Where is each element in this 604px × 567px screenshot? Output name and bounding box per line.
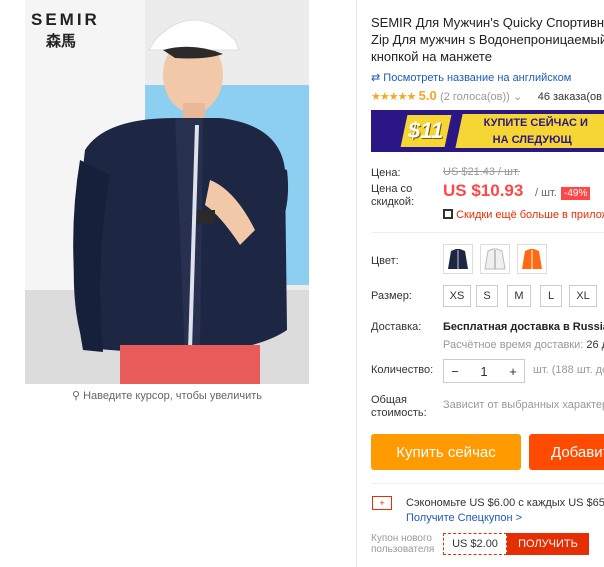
divider bbox=[371, 483, 604, 484]
product-title-line: Zip Для мужчин s Водонепроницаемый bbox=[371, 32, 604, 47]
shipping-label: Доставка: bbox=[371, 321, 422, 333]
quantity-label: Количество: bbox=[371, 364, 434, 376]
zoom-hint: ⚲ Наведите курсор, чтобы увеличить bbox=[25, 389, 309, 402]
size-option-xl[interactable]: XL bbox=[569, 285, 597, 307]
size-option-m[interactable]: M bbox=[507, 285, 531, 307]
divider bbox=[371, 232, 604, 233]
brand-logo: SEMIR 森馬 bbox=[31, 10, 100, 51]
rating-value: 5.0 bbox=[418, 88, 437, 103]
size-option-l[interactable]: L bbox=[540, 285, 562, 307]
buy-now-button[interactable]: Купить сейчас bbox=[371, 434, 521, 470]
app-discount-row[interactable]: Скидки ещё больше в приложе bbox=[443, 209, 604, 221]
stock-note: шт. (188 шт. до bbox=[533, 364, 604, 376]
color-label: Цвет: bbox=[371, 255, 399, 267]
translate-link-text[interactable]: Посмотреть название на английском bbox=[383, 72, 571, 84]
sale-price: US $10.93 bbox=[443, 181, 524, 200]
size-option-xs[interactable]: XS bbox=[443, 285, 471, 307]
delivery-time-value: 26 дн bbox=[586, 339, 604, 351]
column-divider bbox=[356, 0, 357, 567]
delivery-time: Расчётное время доставки: 26 дн bbox=[443, 339, 604, 351]
jacket-thumbnail bbox=[484, 248, 506, 270]
product-title: SEMIR Для Мужчин's Quicky Спортивная Zip… bbox=[371, 14, 604, 65]
product-title-line: SEMIR Для Мужчин's Quicky Спортивная bbox=[371, 15, 604, 30]
product-title-line: кнопкой на манжете bbox=[371, 49, 492, 64]
promo-line-1: КУПИТЕ СЕЙЧАС И bbox=[483, 117, 588, 129]
old-price: US $21.43 / шт. bbox=[443, 166, 520, 178]
coupon-amount: US $2.00 bbox=[443, 533, 507, 555]
rating-row: ★★★★★ 5.0 (2 голоса(ов)) ⌄ 46 заказа(ов bbox=[371, 88, 602, 103]
coupon-icon: + bbox=[372, 496, 392, 510]
promo-line-2: НА СЛЕДУЮЩ bbox=[492, 134, 572, 146]
jacket-thumbnail bbox=[448, 249, 468, 269]
magnifier-icon: ⚲ bbox=[71, 390, 81, 402]
price-unit: / шт. bbox=[535, 187, 557, 199]
color-swatch-navy[interactable] bbox=[443, 244, 473, 274]
size-option-s[interactable]: S bbox=[476, 285, 498, 307]
size-label: Размер: bbox=[371, 290, 412, 302]
add-to-cart-button[interactable]: Добавит bbox=[529, 434, 604, 470]
quantity-input[interactable]: 1 bbox=[473, 364, 495, 379]
promo-banner[interactable]: $11 КУПИТЕ СЕЙЧАС И НА СЛЕДУЮЩ bbox=[371, 110, 604, 152]
brand-logo-chinese: 森馬 bbox=[45, 33, 76, 50]
coupon-save-text: Сэкономьте US $6.00 с каждых US $65.00 bbox=[406, 497, 604, 509]
chevron-down-icon[interactable]: ⌄ bbox=[513, 91, 522, 103]
votes-link[interactable]: (2 голоса(ов)) bbox=[440, 91, 510, 103]
translate-icon: ⇄ bbox=[371, 72, 381, 84]
zoom-hint-text: Наведите курсор, чтобы увеличить bbox=[83, 390, 263, 402]
get-coupon-button[interactable]: ПОЛУЧИТЬ bbox=[507, 533, 589, 555]
promo-amount-badge: $11 bbox=[400, 115, 452, 147]
product-image[interactable]: SEMIR 森馬 bbox=[25, 0, 309, 384]
discount-price-label: Цена со скидкой: bbox=[371, 183, 415, 208]
special-coupon-link[interactable]: Получите Спецкупон > bbox=[406, 512, 522, 524]
quantity-increase-button[interactable]: + bbox=[502, 364, 524, 379]
total-label: Общая стоимость: bbox=[371, 394, 427, 419]
color-swatch-orange[interactable] bbox=[517, 244, 547, 274]
promo-amount: $11 bbox=[408, 118, 444, 143]
product-photo bbox=[25, 0, 309, 384]
quantity-stepper: − 1 + bbox=[443, 359, 525, 383]
new-user-coupon-label: Купон нового пользователя bbox=[371, 533, 435, 555]
app-discount-text[interactable]: Скидки ещё больше в приложе bbox=[456, 209, 604, 221]
orders-count: 46 заказа(ов bbox=[537, 91, 602, 103]
discount-badge: -49% bbox=[561, 187, 591, 200]
promo-text-box: КУПИТЕ СЕЙЧАС И НА СЛЕДУЮЩ bbox=[455, 114, 604, 148]
quantity-decrease-button[interactable]: − bbox=[444, 364, 466, 379]
rating-stars-icon: ★★★★★ bbox=[371, 91, 416, 103]
color-swatch-white[interactable] bbox=[480, 244, 510, 274]
brand-logo-latin: SEMIR bbox=[31, 10, 100, 29]
price-label: Цена: bbox=[371, 167, 401, 179]
jacket-thumbnail bbox=[522, 249, 542, 269]
shipping-method[interactable]: Бесплатная доставка в Russian F bbox=[443, 321, 604, 333]
translate-link[interactable]: ⇄ Посмотреть название на английском bbox=[371, 71, 571, 84]
delivery-time-label: Расчётное время доставки: bbox=[443, 339, 584, 351]
qr-code-icon bbox=[443, 209, 453, 219]
total-value: Зависит от выбранных характери bbox=[443, 399, 604, 411]
